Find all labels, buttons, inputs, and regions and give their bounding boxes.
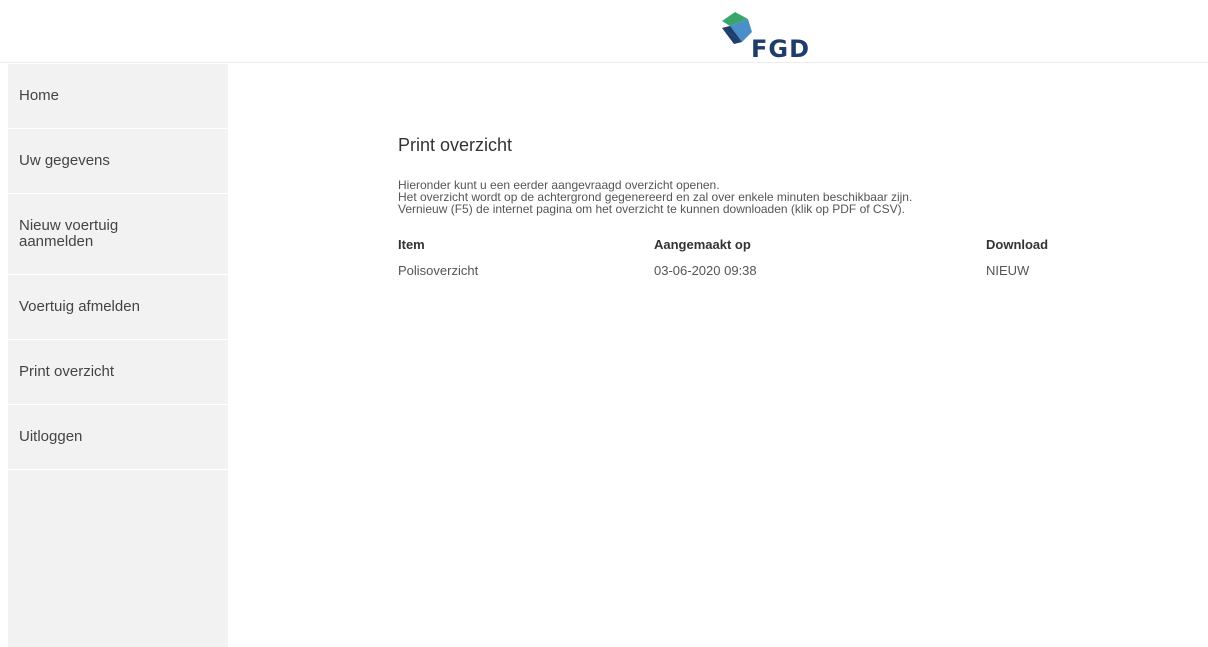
fgd-logo[interactable]: FGD xyxy=(722,12,822,63)
sidebar-item-uitloggen[interactable]: Uitloggen xyxy=(8,405,228,470)
table-header-row: Item Aangemaakt op Download xyxy=(398,237,1078,263)
column-header-download: Download xyxy=(986,237,1049,252)
overview-table: Item Aangemaakt op Download Polisoverzic… xyxy=(398,237,1078,289)
sidebar-item-label: Uw gegevens xyxy=(19,152,110,169)
sidebar-item-label: Voertuig afmelden xyxy=(19,298,140,315)
sidebar-item-label: Home xyxy=(19,87,60,104)
sidebar-item-label: Print overzicht xyxy=(19,363,115,380)
cell-download-status[interactable]: NIEUW xyxy=(986,263,1029,278)
sidebar-item-label: Uitloggen xyxy=(19,428,83,445)
cell-created: 03-06-2020 09:38 xyxy=(654,263,757,278)
sidebar-item-print-overzicht[interactable]: Print overzicht xyxy=(8,340,228,405)
page-title: Print overzicht xyxy=(398,135,513,155)
table-row: Polisoverzicht 03-06-2020 09:38 NIEUW xyxy=(398,263,1078,289)
sidebar-item-uw-gegevens[interactable]: Uw gegevens xyxy=(8,129,228,194)
column-header-created: Aangemaakt op xyxy=(654,237,751,252)
sidebar-item-nieuw-voertuig-aanmelden[interactable]: Nieuw voertuig aanmelden xyxy=(8,194,228,275)
sidebar-item-home[interactable]: Home xyxy=(8,64,228,129)
cell-item: Polisoverzicht xyxy=(398,263,479,278)
page-description: Hieronder kunt u een eerder aangevraagd … xyxy=(398,179,912,215)
description-line: Vernieuw (F5) de internet pagina om het … xyxy=(398,202,905,216)
sidebar: Home Uw gegevens Nieuw voertuig aanmelde… xyxy=(8,64,228,647)
sidebar-item-label: Nieuw voertuig aanmelden xyxy=(19,217,119,250)
logo-text: FGD xyxy=(751,35,811,63)
column-header-item: Item xyxy=(398,237,425,252)
page-header: FGD xyxy=(0,0,1208,63)
sidebar-item-voertuig-afmelden[interactable]: Voertuig afmelden xyxy=(8,275,228,340)
